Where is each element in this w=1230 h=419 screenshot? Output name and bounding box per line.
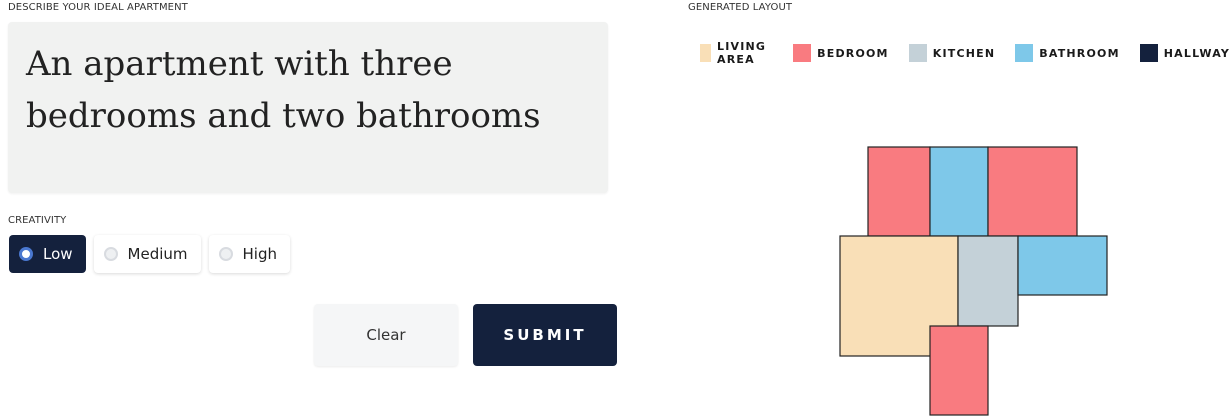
room-bathroom bbox=[1017, 235, 1108, 296]
room-bedroom bbox=[929, 325, 989, 416]
room-bathroom bbox=[929, 146, 989, 237]
room-kitchen bbox=[957, 235, 1019, 327]
floor-plan bbox=[839, 146, 1108, 416]
room-bedroom bbox=[867, 146, 931, 237]
room-bedroom bbox=[987, 146, 1078, 237]
